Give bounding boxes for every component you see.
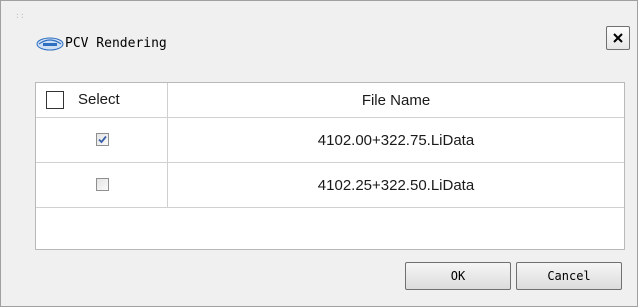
select-column-header: Select — [36, 83, 168, 117]
select-all-checkbox[interactable] — [46, 91, 64, 109]
checkmark-icon — [98, 135, 107, 144]
close-button[interactable] — [606, 26, 630, 50]
table-row[interactable]: 4102.00+322.75.LiData — [36, 118, 624, 163]
file-table: Select File Name 4102.00+322.75.LiData 4… — [35, 82, 625, 250]
file-name-cell: 4102.00+322.75.LiData — [317, 131, 475, 149]
select-cell — [36, 163, 168, 207]
select-cell — [36, 118, 168, 162]
title-bar[interactable]: :: PCV Rendering — [1, 1, 637, 63]
row-checkbox-checked[interactable] — [96, 133, 109, 146]
select-column-label: Select — [78, 91, 120, 108]
close-icon — [613, 33, 623, 43]
cancel-button[interactable]: Cancel — [516, 262, 622, 290]
file-name-column-header: File Name — [168, 83, 624, 117]
table-header-row: Select File Name — [36, 83, 624, 118]
file-name-cell: 4102.25+322.50.LiData — [317, 176, 475, 194]
dialog-title: PCV Rendering — [65, 36, 167, 51]
row-checkbox-unchecked[interactable] — [96, 178, 109, 191]
app-logo-icon — [35, 35, 65, 51]
file-name-column-label: File Name — [361, 91, 431, 109]
ok-button[interactable]: OK — [405, 262, 511, 290]
pcv-rendering-dialog: :: PCV Rendering Select File Name 4102.0… — [0, 0, 638, 307]
table-row[interactable]: 4102.25+322.50.LiData — [36, 163, 624, 208]
system-menu-icon: :: — [15, 11, 25, 20]
